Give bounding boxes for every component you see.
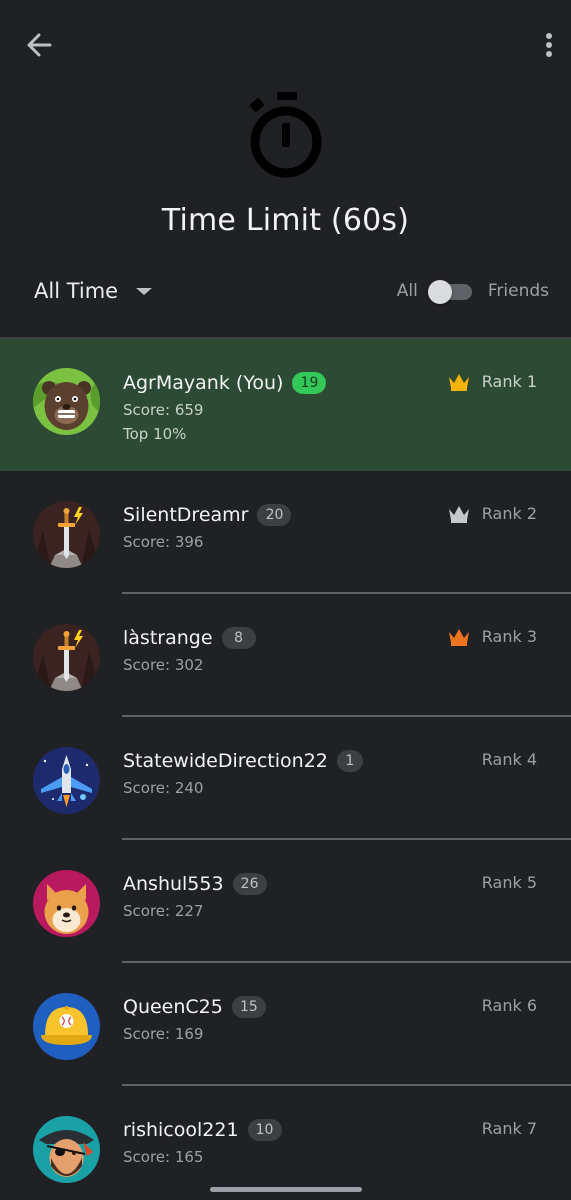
sword-avatar-icon <box>33 501 100 568</box>
avatar <box>33 747 100 814</box>
rank-label: Rank 6 <box>481 996 537 1015</box>
avatar <box>33 624 100 691</box>
level-badge: 20 <box>257 504 292 526</box>
player-score: Score: 240 <box>123 779 204 797</box>
leaderboard-row[interactable]: SilentDreamr 20 Score: 396 Rank 2 <box>0 471 571 594</box>
rank: Rank 7 <box>482 1119 537 1138</box>
rank: Rank 6 <box>482 996 537 1015</box>
player-name-line: StatewideDirection22 1 <box>123 750 363 772</box>
page-title: Time Limit (60s) <box>161 203 410 238</box>
player-name-line: rishicool221 10 <box>123 1119 282 1141</box>
scope-all-label: All <box>396 281 418 301</box>
leaderboard-row[interactable]: Anshul553 26 Score: 227 Rank 5 <box>0 840 571 963</box>
leaderboard-row[interactable]: QueenC25 15 Score: 169 Rank 6 <box>0 963 571 1086</box>
scope-friends-label: Friends <box>487 281 549 301</box>
level-badge: 8 <box>221 627 256 649</box>
player-name-line: AgrMayank (You) 19 <box>123 372 327 394</box>
player-name: QueenC25 <box>123 996 223 1018</box>
level-badge: 1 <box>336 750 363 772</box>
stopwatch-icon <box>250 92 322 178</box>
player-name: làstrange <box>123 627 213 649</box>
player-name-line: QueenC25 15 <box>123 996 266 1018</box>
period-dropdown[interactable]: All Time <box>34 279 153 303</box>
player-score: Score: 302 <box>123 656 204 674</box>
player-score: Score: 169 <box>123 1025 204 1043</box>
back-button[interactable] <box>22 30 56 60</box>
switch-thumb <box>427 280 452 304</box>
sword-avatar-icon <box>33 624 100 691</box>
pirate-avatar-icon <box>33 1116 100 1183</box>
player-name-line: Anshul553 26 <box>123 873 267 895</box>
avatar <box>33 501 100 568</box>
player-score: Score: 165 <box>123 1148 204 1166</box>
player-score: Score: 396 <box>123 533 204 551</box>
avatar <box>33 1116 100 1183</box>
rank-label: Rank 7 <box>481 1119 537 1138</box>
silver-crown-icon <box>448 505 469 523</box>
cap-avatar-icon <box>33 993 100 1060</box>
scope-toggle: All Friends <box>396 280 549 304</box>
more-vert-icon <box>546 33 552 57</box>
level-badge: 26 <box>232 873 267 895</box>
gold-crown-icon <box>448 373 469 391</box>
rank-label: Rank 5 <box>481 873 537 892</box>
top-app-bar <box>0 0 571 90</box>
rank: Rank 5 <box>482 873 537 892</box>
player-score: Score: 227 <box>123 902 204 920</box>
player-score: Score: 659 <box>123 401 204 419</box>
bronze-crown-icon <box>448 628 469 646</box>
level-badge: 15 <box>231 996 266 1018</box>
leaderboard-row[interactable]: StatewideDirection22 1 Score: 240 Rank 4 <box>0 717 571 840</box>
player-name: Anshul553 <box>123 873 224 895</box>
leaderboard-row[interactable]: rishicool221 10 Score: 165 Rank 7 <box>0 1086 571 1200</box>
home-indicator[interactable] <box>210 1187 362 1192</box>
more-options-button[interactable] <box>545 30 553 60</box>
rank: Rank 4 <box>482 750 537 769</box>
level-badge: 19 <box>292 372 327 394</box>
rank-label: Rank 3 <box>481 627 537 646</box>
player-name-line: SilentDreamr 20 <box>123 504 292 526</box>
leaderboard-row-me[interactable]: AgrMayank (You) 19 Score: 659 Top 10% Ra… <box>0 339 571 471</box>
player-percentile: Top 10% <box>123 425 187 443</box>
rank: Rank 3 <box>448 627 537 646</box>
dropdown-arrow-icon <box>136 287 153 295</box>
avatar <box>33 993 100 1060</box>
avatar <box>33 368 100 435</box>
friends-switch[interactable] <box>427 280 474 304</box>
leaderboard-row[interactable]: làstrange 8 Score: 302 Rank 3 <box>0 594 571 717</box>
rank-label: Rank 1 <box>481 372 537 391</box>
period-dropdown-label: All Time <box>34 279 119 303</box>
rank: Rank 1 <box>448 372 537 391</box>
player-name: SilentDreamr <box>123 504 249 526</box>
player-name: rishicool221 <box>123 1119 239 1141</box>
rank-label: Rank 2 <box>481 504 537 523</box>
rank: Rank 2 <box>448 504 537 523</box>
doge-avatar-icon <box>33 870 100 937</box>
rank-label: Rank 4 <box>481 750 537 769</box>
avatar <box>33 870 100 937</box>
bear-avatar-icon <box>33 368 100 435</box>
player-name: StatewideDirection22 <box>123 750 328 772</box>
jet-avatar-icon <box>33 747 100 814</box>
arrow-back-icon <box>27 33 52 57</box>
player-name: AgrMayank (You) <box>123 372 284 394</box>
player-name-line: làstrange 8 <box>123 627 256 649</box>
leaderboard-list: AgrMayank (You) 19 Score: 659 Top 10% Ra… <box>0 339 571 1200</box>
level-badge: 10 <box>247 1119 282 1141</box>
